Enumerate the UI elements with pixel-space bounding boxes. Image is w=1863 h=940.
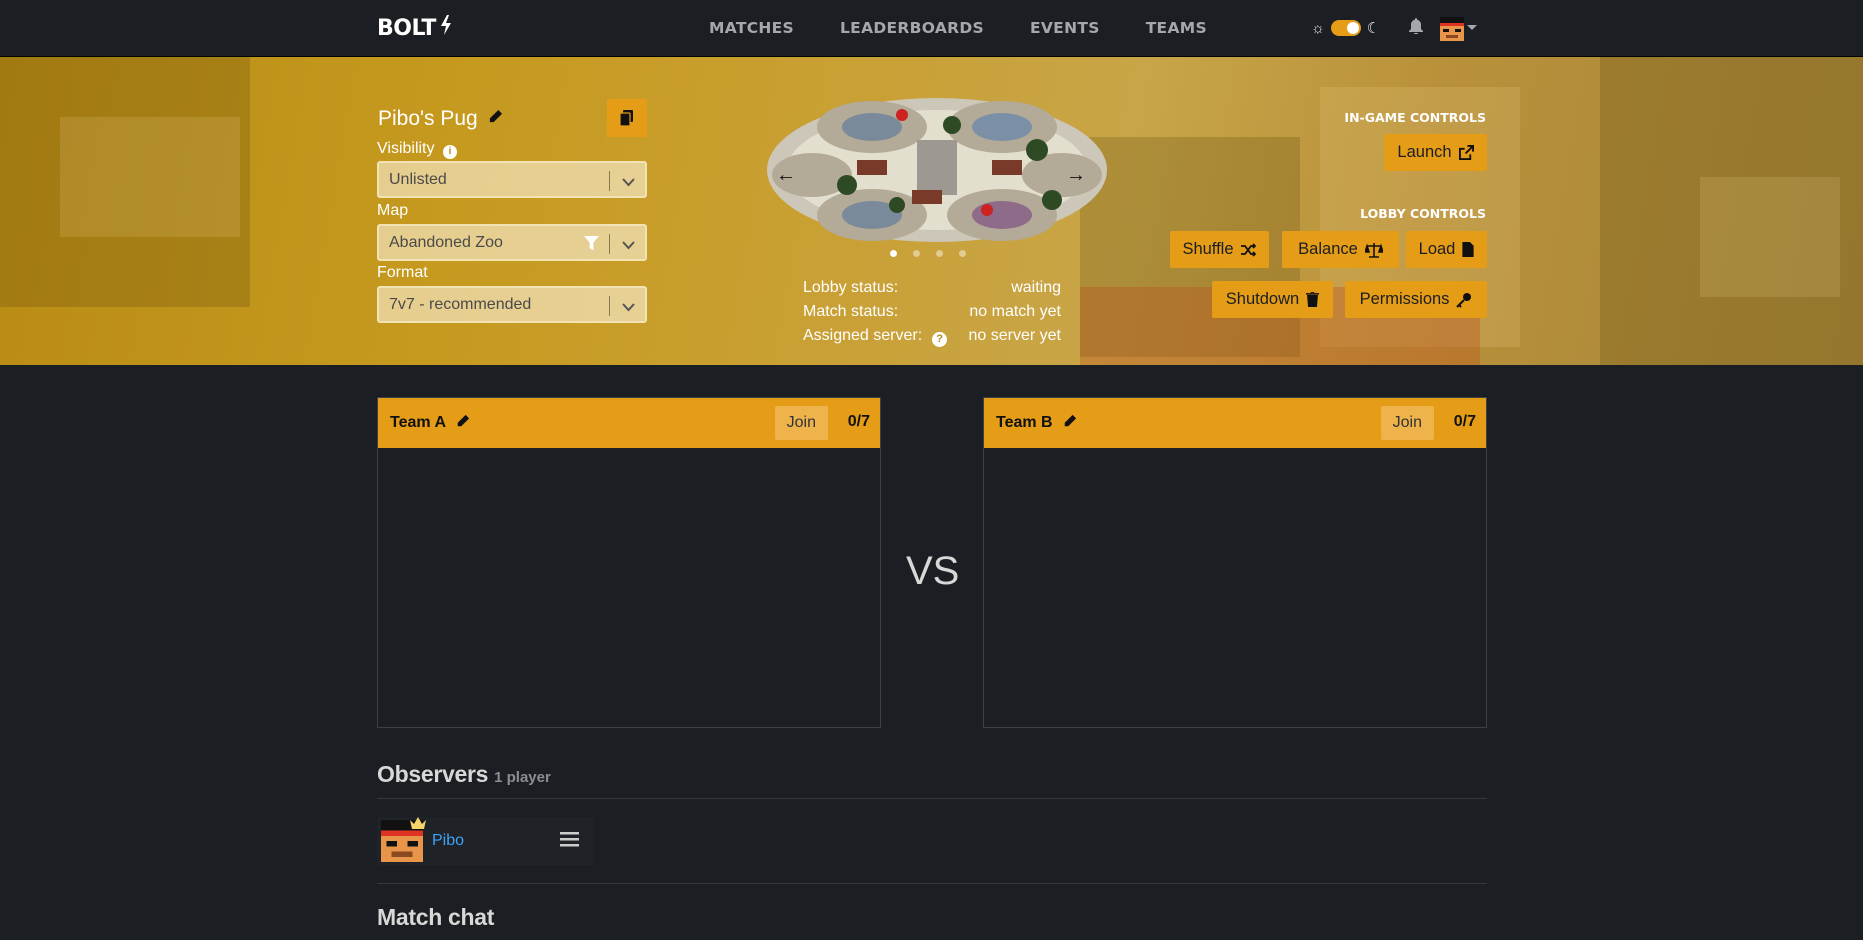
nav-events[interactable]: EVENTS [1030,19,1100,37]
moon-icon: ☾ [1366,20,1381,37]
hamburger-menu-icon[interactable] [560,831,579,852]
launch-button[interactable]: Launch [1384,134,1487,171]
match-status-label: Match status: [803,303,899,320]
format-select[interactable]: 7v7 - recommended [377,286,647,323]
file-icon [1462,242,1474,257]
player-avatar [381,817,426,862]
format-label: Format [377,264,428,281]
bolt-logo[interactable]: BOLT [377,15,452,41]
sun-icon: ☼ [1311,19,1325,37]
visibility-select[interactable]: Unlisted [377,161,647,198]
clipboard-icon [620,110,633,126]
permissions-button[interactable]: Permissions [1345,281,1487,318]
chevron-down-icon [622,299,635,317]
carousel-prev-arrow[interactable]: ← [771,160,801,190]
team-a-join-button[interactable]: Join [774,406,828,440]
server-status-value: no server yet [968,327,1061,344]
server-status-label: Assigned server: [803,327,923,344]
carousel-dot[interactable] [936,250,943,257]
divider [377,883,1487,884]
visibility-label: Visibility i [377,140,457,159]
match-status-value: no match yet [969,303,1061,320]
help-icon[interactable]: ? [932,331,948,347]
crown-icon [409,816,427,835]
shuffle-icon [1240,242,1256,257]
shuffle-button[interactable]: Shuffle [1170,231,1269,268]
team-a-header: Team A Join 0/7 [378,398,880,448]
carousel-indicators [890,250,966,257]
match-chat-title: Match chat [377,904,495,930]
team-a-name: Team A [390,414,447,431]
top-navbar: BOLT MATCHES LEADERBOARDS EVENTS TEAMS ☼… [0,0,1863,57]
lobby-status-row: Lobby status: waiting [803,279,1061,297]
load-button[interactable]: Load [1406,231,1487,268]
observer-count: 1 player [494,769,551,786]
external-link-icon [1458,145,1474,160]
key-icon [1456,292,1472,308]
edit-icon[interactable] [488,109,503,129]
chevron-down-icon [622,174,635,192]
team-b-count: 0/7 [1453,413,1476,430]
chevron-down-icon [622,237,635,255]
team-b-header: Team B Join 0/7 [984,398,1486,448]
nav-leaderboards[interactable]: LEADERBOARDS [840,19,984,37]
team-b-name: Team B [996,414,1053,431]
nav-matches[interactable]: MATCHES [709,19,794,37]
lobby-status-label: Lobby status: [803,279,899,296]
lightning-icon [440,15,452,41]
filter-icon[interactable] [584,236,599,256]
lobby-controls-title: LOBBY CONTROLS [1360,206,1486,221]
team-b-join-button[interactable]: Join [1380,406,1434,440]
ingame-controls-title: IN-GAME CONTROLS [1344,110,1486,125]
trash-icon [1306,292,1320,307]
shutdown-button[interactable]: Shutdown [1212,281,1333,318]
nav-teams[interactable]: TEAMS [1146,19,1207,37]
observer-player-item[interactable]: Pibo [377,817,593,865]
edit-icon[interactable] [1063,414,1077,433]
map-label: Map [377,202,409,219]
team-a-panel: Team A Join 0/7 [377,397,881,728]
carousel-next-arrow[interactable]: → [1061,160,1091,190]
map-preview-image [762,75,1107,265]
versus-label: VS [906,549,960,593]
balance-button[interactable]: Balance [1282,231,1399,268]
observers-title: Observers 1 player [377,761,551,787]
divider [377,798,1487,799]
user-avatar[interactable] [1440,17,1464,41]
carousel-dot[interactable] [913,250,920,257]
edit-icon[interactable] [456,414,470,433]
theme-toggle[interactable] [1330,20,1361,36]
carousel-dot[interactable] [959,250,966,257]
server-status-row: Assigned server:? no server yet [803,327,1061,347]
scale-icon [1364,242,1383,258]
lobby-title: Pibo's Pug [378,107,478,130]
match-status-row: Match status: no match yet [803,303,1061,321]
team-b-panel: Team B Join 0/7 [983,397,1487,728]
player-name-link[interactable]: Pibo [432,832,464,850]
info-icon[interactable]: i [442,144,457,159]
bell-icon[interactable] [1409,18,1423,39]
team-a-count: 0/7 [847,413,870,430]
copy-link-button[interactable] [607,99,647,137]
lobby-status-value: waiting [1011,279,1061,296]
map-select[interactable]: Abandoned Zoo [377,224,647,261]
carousel-dot[interactable] [890,250,897,257]
chevron-down-icon[interactable] [1467,25,1477,30]
theme-switcher[interactable]: ☼ ☾ [1311,19,1381,38]
